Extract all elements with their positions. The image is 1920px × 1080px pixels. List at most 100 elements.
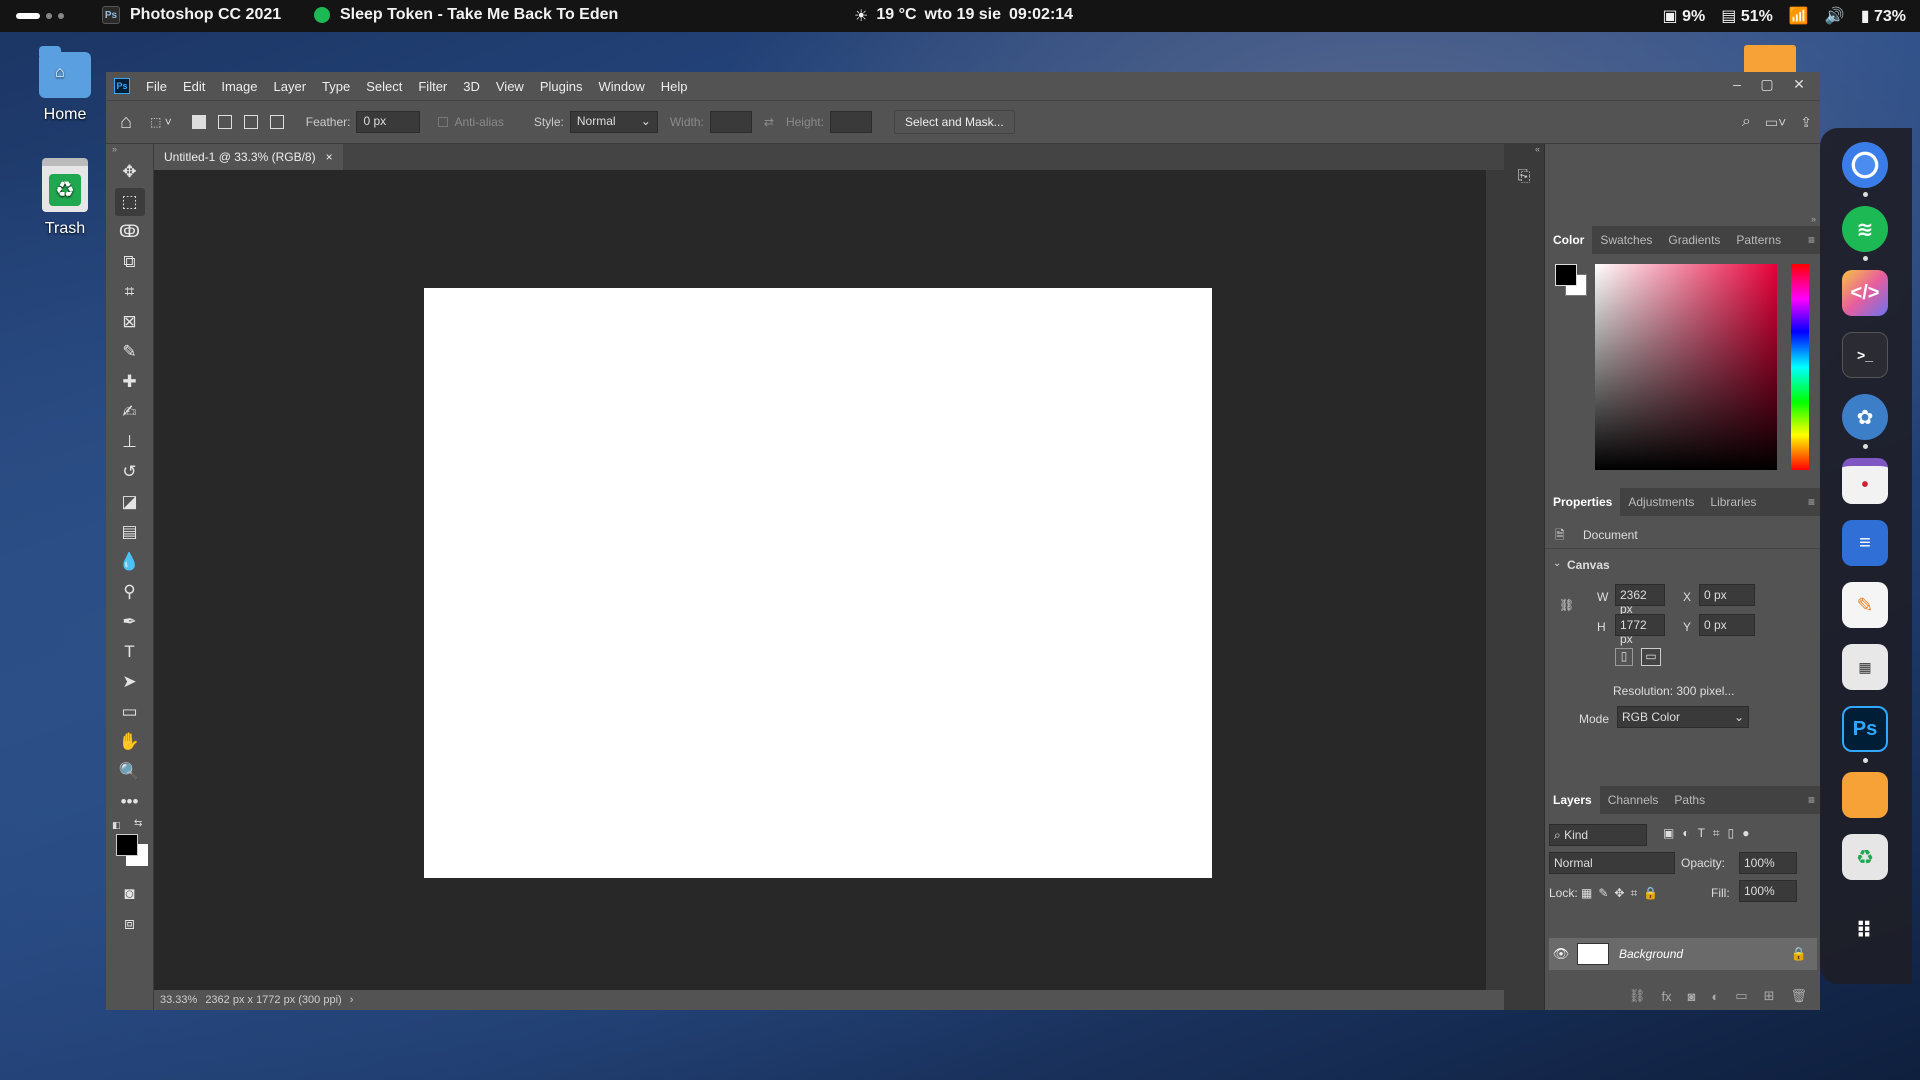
layer-filter-select[interactable]: ⌕ Kind	[1549, 824, 1647, 846]
app-grid-icon[interactable]: ⠿	[1842, 908, 1888, 954]
volume-icon[interactable]: 🔊	[1825, 6, 1845, 26]
landscape-icon[interactable]: ▭	[1641, 648, 1661, 666]
menu-filter[interactable]: Filter	[410, 79, 455, 94]
vertical-scrollbar[interactable]	[1486, 170, 1504, 990]
brush-tool-icon[interactable]: ✍	[115, 398, 145, 426]
active-app[interactable]: Ps Photoshop CC 2021	[102, 6, 281, 24]
marquee-preset-icon[interactable]: ⬚ ˅	[150, 115, 172, 129]
history-brush-tool-icon[interactable]: ↺	[115, 458, 145, 486]
antialias-checkbox[interactable]	[438, 117, 449, 127]
eraser-tool-icon[interactable]: ◪	[115, 488, 145, 516]
menu-help[interactable]: Help	[653, 79, 696, 94]
spotify-icon[interactable]: ≋	[1842, 206, 1888, 252]
feather-input[interactable]: 0 px	[356, 111, 421, 133]
blur-tool-icon[interactable]: 💧	[115, 548, 145, 576]
archive-icon[interactable]: ≡	[1842, 520, 1888, 566]
maximize-button[interactable]: ▢	[1754, 76, 1780, 94]
files-icon[interactable]	[1842, 772, 1888, 818]
subtract-selection-icon[interactable]	[243, 115, 258, 129]
tab-gradients[interactable]: Gradients	[1660, 226, 1728, 254]
rectangle-tool-icon[interactable]: ▭	[115, 698, 145, 726]
pen-tool-icon[interactable]: ✒	[115, 608, 145, 636]
new-group-icon[interactable]: ▭	[1735, 988, 1747, 1004]
tab-color[interactable]: Color	[1545, 226, 1593, 254]
close-window-button[interactable]: ✕	[1786, 76, 1812, 94]
dodge-tool-icon[interactable]: ⚲	[115, 578, 145, 606]
menu-edit[interactable]: Edit	[175, 79, 213, 94]
adjustment-layer-icon[interactable]: ◐	[1711, 989, 1719, 1004]
screen-mode-icon[interactable]: ⧈	[115, 910, 145, 938]
menu-select[interactable]: Select	[358, 79, 410, 94]
search-icon[interactable]: ⌕	[1742, 113, 1751, 131]
link-icon[interactable]: ⛓	[1559, 598, 1574, 612]
media-indicator[interactable]: Sleep Token - Take Me Back To Eden	[314, 6, 618, 24]
clone-stamp-tool-icon[interactable]: ⊥	[115, 428, 145, 456]
hand-tool-icon[interactable]: ✋	[115, 728, 145, 756]
menu-view[interactable]: View	[488, 79, 532, 94]
fill-input[interactable]: 100%	[1739, 880, 1797, 902]
more-tools-icon[interactable]: •••	[115, 788, 145, 816]
hue-slider[interactable]	[1791, 264, 1809, 470]
mode-select[interactable]: RGB Color ⌄	[1617, 706, 1749, 728]
tab-channels[interactable]: Channels	[1600, 786, 1667, 814]
expand-tools-icon[interactable]: »	[106, 144, 153, 156]
canvas-height-input[interactable]: 1772 px	[1615, 614, 1665, 646]
trash-icon[interactable]: ♻	[1842, 834, 1888, 880]
menu-type[interactable]: Type	[314, 79, 358, 94]
move-tool-icon[interactable]: ✥	[115, 158, 145, 186]
eye-icon[interactable]: 👁	[1549, 946, 1573, 962]
photoshop-icon[interactable]: Ps	[1842, 706, 1888, 752]
close-tab-icon[interactable]: ×	[326, 150, 333, 164]
lock-icon[interactable]: 🔒	[1791, 946, 1807, 962]
collapse-strip-icon[interactable]: «	[1504, 144, 1544, 154]
add-mask-icon[interactable]: ◙	[1688, 989, 1696, 1004]
eyedropper-tool-icon[interactable]: ✎	[115, 338, 145, 366]
desktop-home[interactable]: ⌂ Home	[20, 46, 110, 124]
opacity-input[interactable]: 100%	[1739, 852, 1797, 874]
swap-icon[interactable]: ⇄	[764, 115, 774, 129]
blend-mode-select[interactable]: Normal	[1549, 852, 1675, 874]
terminal-icon[interactable]: >_	[1842, 332, 1888, 378]
vscode-icon[interactable]: </>	[1842, 270, 1888, 316]
gradient-tool-icon[interactable]: ▤	[115, 518, 145, 546]
tab-layers[interactable]: Layers	[1545, 786, 1600, 814]
desktop-orange-folder-icon[interactable]	[1744, 45, 1796, 75]
tab-adjustments[interactable]: Adjustments	[1620, 488, 1702, 516]
frame-tool-icon[interactable]: ⊠	[115, 308, 145, 336]
document-canvas[interactable]	[424, 288, 1212, 878]
panel-menu-icon[interactable]: ≡	[1808, 793, 1815, 807]
canvas-y-input[interactable]: 0 px	[1699, 614, 1755, 636]
system-tray[interactable]: ▣ 9% ▤ 51% 📶 🔊 ▮ 73%	[1663, 6, 1906, 26]
calculator-icon[interactable]: ▦	[1842, 644, 1888, 690]
menu-image[interactable]: Image	[213, 79, 265, 94]
collapse-panels-icon[interactable]: »	[1811, 214, 1820, 224]
swap-colors-icon[interactable]: ⇆	[134, 818, 142, 829]
menu-file[interactable]: File	[138, 79, 175, 94]
krita-icon[interactable]: ✿	[1842, 394, 1888, 440]
default-colors-icon[interactable]: ◧	[112, 820, 121, 831]
tab-patterns[interactable]: Patterns	[1728, 226, 1789, 254]
tab-libraries[interactable]: Libraries	[1702, 488, 1764, 516]
calendar-icon[interactable]: •	[1842, 458, 1888, 504]
new-layer-icon[interactable]: ⊞	[1764, 988, 1775, 1004]
color-field[interactable]	[1595, 264, 1777, 470]
new-selection-icon[interactable]	[191, 115, 206, 129]
tab-paths[interactable]: Paths	[1666, 786, 1713, 814]
delete-layer-icon[interactable]: 🗑	[1790, 988, 1807, 1004]
layer-filter-icons[interactable]: ▣◐T⌗▯●	[1663, 826, 1758, 841]
workspace-indicator[interactable]	[16, 13, 64, 19]
text-editor-icon[interactable]: ✎	[1842, 582, 1888, 628]
menu-3d[interactable]: 3D	[455, 79, 488, 94]
clock-area[interactable]: ☀ 19 °C wto 19 sie 09:02:14	[854, 6, 1073, 26]
battery-indicator[interactable]: ▮ 73%	[1861, 6, 1906, 26]
zoom-level[interactable]: 33.33%	[160, 994, 197, 1006]
menu-window[interactable]: Window	[590, 79, 652, 94]
canvas-width-input[interactable]: 2362 px	[1615, 584, 1665, 616]
object-select-tool-icon[interactable]: ⧉	[115, 248, 145, 276]
portrait-icon[interactable]: ▯	[1615, 648, 1633, 666]
style-select[interactable]: Normal ⌄	[569, 111, 658, 133]
fx-icon[interactable]: fx	[1661, 989, 1671, 1004]
foreground-color-swatch[interactable]	[116, 834, 138, 856]
chevron-right-icon[interactable]: ›	[350, 994, 354, 1006]
path-select-tool-icon[interactable]: ➤	[115, 668, 145, 696]
